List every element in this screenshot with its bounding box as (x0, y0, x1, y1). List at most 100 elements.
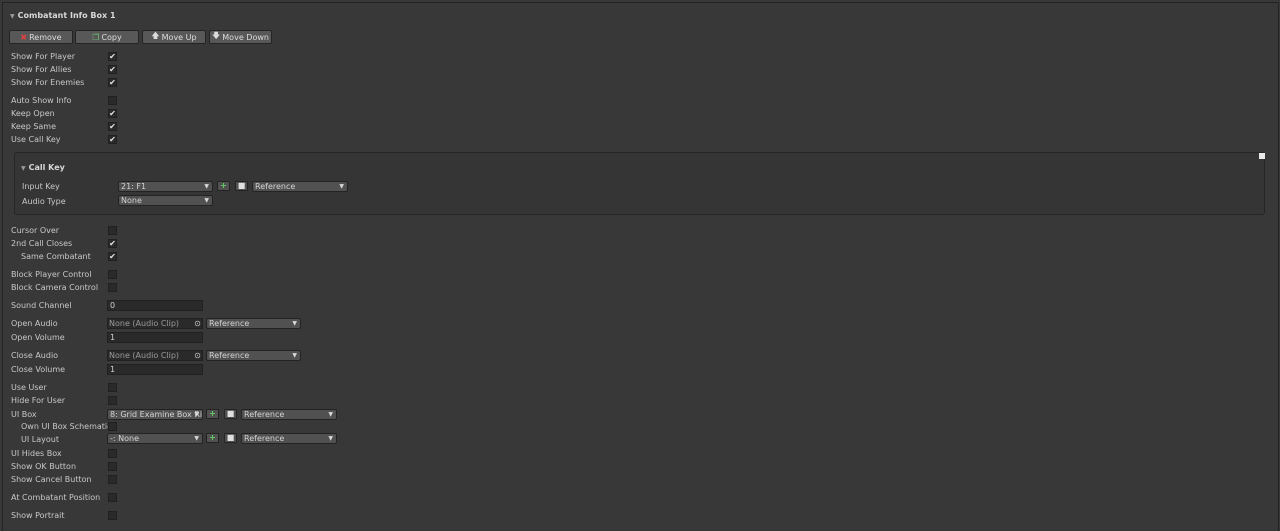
input-key-mode-value: Reference (255, 182, 296, 191)
ui-hides-box-checkbox[interactable] (108, 449, 117, 458)
arrow-up-icon: 🡅 (151, 31, 160, 40)
block-camera-control-label: Block Camera Control (11, 283, 99, 292)
chevron-down-icon: ▼ (204, 197, 209, 204)
block-player-control-checkbox[interactable] (108, 270, 117, 279)
chevron-down-icon: ▼ (292, 320, 297, 327)
close-volume-label: Close Volume (11, 365, 66, 374)
section-title: Combatant Info Box 1 (17, 11, 116, 20)
move-up-label: Move Up (161, 32, 197, 42)
input-key-label: Input Key (22, 182, 60, 191)
show-cancel-button-checkbox[interactable] (108, 475, 117, 484)
ui-hides-box-label: UI Hides Box (11, 449, 62, 458)
copy-icon: ❐ (92, 32, 100, 42)
open-audio-field[interactable]: None (Audio Clip) (107, 318, 203, 329)
close-volume-field[interactable]: 1 (107, 364, 203, 375)
keep-open-label: Keep Open (11, 109, 55, 118)
resize-handle-icon[interactable] (1259, 153, 1265, 159)
use-call-key-label: Use Call Key (11, 135, 61, 144)
copy-button[interactable]: ❐ Copy (75, 30, 139, 44)
remove-button[interactable]: ✖ Remove (9, 30, 73, 44)
foldout-arrow-icon[interactable]: ▼ (21, 165, 26, 172)
show-portrait-checkbox[interactable] (108, 511, 117, 520)
same-combatant-label: Same Combatant (21, 252, 91, 261)
close-audio-mode-dropdown[interactable]: Reference ▼ (206, 350, 301, 361)
open-volume-label: Open Volume (11, 333, 65, 342)
use-call-key-checkbox[interactable]: ✔ (108, 135, 117, 144)
chevron-down-icon: ▼ (194, 411, 199, 418)
add-icon[interactable]: + (217, 181, 230, 191)
open-volume-field[interactable]: 1 (107, 332, 203, 343)
show-ok-button-checkbox[interactable] (108, 462, 117, 471)
inspector-panel (2, 2, 1279, 531)
auto-show-info-label: Auto Show Info (11, 96, 72, 105)
ui-layout-mode-dropdown[interactable]: Reference ▼ (241, 433, 337, 444)
section-header[interactable]: ▼ Combatant Info Box 1 (10, 11, 116, 20)
remove-label: Remove (29, 32, 62, 42)
call-key-title: Call Key (28, 163, 65, 172)
hide-for-user-checkbox[interactable] (108, 396, 117, 405)
show-for-enemies-checkbox[interactable]: ✔ (108, 78, 117, 87)
show-for-allies-label: Show For Allies (11, 65, 72, 74)
show-for-player-label: Show For Player (11, 52, 76, 61)
at-combatant-position-label: At Combatant Position (11, 493, 101, 502)
cursor-over-checkbox[interactable] (108, 226, 117, 235)
sound-channel-field[interactable]: 0 (107, 300, 203, 311)
object-picker-icon[interactable]: ⊙ (193, 319, 202, 328)
stop-icon[interactable]: ■ (235, 181, 248, 191)
ui-layout-dropdown[interactable]: -: None ▼ (107, 433, 203, 444)
block-camera-control-checkbox[interactable] (108, 283, 117, 292)
input-key-value: 21: F1 (121, 182, 147, 191)
move-up-button[interactable]: 🡅 Move Up (142, 30, 206, 44)
auto-show-info-checkbox[interactable] (108, 96, 117, 105)
ui-layout-mode-value: Reference (244, 434, 285, 443)
second-call-closes-checkbox[interactable]: ✔ (108, 239, 117, 248)
chevron-down-icon: ▼ (339, 183, 344, 190)
same-combatant-checkbox[interactable]: ✔ (108, 252, 117, 261)
show-for-player-checkbox[interactable]: ✔ (108, 52, 117, 61)
keep-same-label: Keep Same (11, 122, 57, 131)
object-picker-icon[interactable]: ⊙ (193, 351, 202, 360)
stop-icon[interactable]: ■ (224, 409, 237, 419)
sound-channel-label: Sound Channel (11, 301, 72, 310)
copy-label: Copy (101, 32, 122, 42)
move-down-button[interactable]: 🡇 Move Down (209, 30, 272, 44)
arrow-down-icon: 🡇 (212, 31, 221, 40)
open-audio-mode-dropdown[interactable]: Reference ▼ (206, 318, 301, 329)
ui-box-dropdown[interactable]: 8: Grid Examine Box Ri ▼ (107, 409, 203, 420)
ui-layout-label: UI Layout (21, 435, 59, 444)
audio-type-value: None (121, 196, 142, 205)
add-icon[interactable]: + (206, 409, 219, 419)
open-audio-mode-value: Reference (209, 319, 250, 328)
hide-for-user-label: Hide For User (11, 396, 66, 405)
close-audio-mode-value: Reference (209, 351, 250, 360)
own-ui-box-schematics-checkbox[interactable] (108, 422, 117, 431)
open-audio-label: Open Audio (11, 319, 58, 328)
chevron-down-icon: ▼ (194, 435, 199, 442)
add-icon[interactable]: + (206, 433, 219, 443)
call-key-header[interactable]: ▼ Call Key (21, 163, 65, 172)
chevron-down-icon: ▼ (204, 183, 209, 190)
foldout-arrow-icon[interactable]: ▼ (10, 13, 15, 20)
block-player-control-label: Block Player Control (11, 270, 92, 279)
ui-box-mode-dropdown[interactable]: Reference ▼ (241, 409, 337, 420)
show-portrait-label: Show Portrait (11, 511, 65, 520)
show-for-allies-checkbox[interactable]: ✔ (108, 65, 117, 74)
own-ui-box-schematics-label: Own UI Box Schematics (21, 422, 116, 431)
move-down-label: Move Down (222, 32, 269, 42)
input-key-dropdown[interactable]: 21: F1 ▼ (118, 181, 213, 192)
second-call-closes-label: 2nd Call Closes (11, 239, 73, 248)
input-key-mode-dropdown[interactable]: Reference ▼ (252, 181, 348, 192)
ui-box-mode-value: Reference (244, 410, 285, 419)
keep-same-checkbox[interactable]: ✔ (108, 122, 117, 131)
show-ok-button-label: Show OK Button (11, 462, 77, 471)
keep-open-checkbox[interactable]: ✔ (108, 109, 117, 118)
use-user-label: Use User (11, 383, 47, 392)
stop-icon[interactable]: ■ (224, 433, 237, 443)
ui-box-label: UI Box (11, 410, 37, 419)
audio-type-dropdown[interactable]: None ▼ (118, 195, 213, 206)
use-user-checkbox[interactable] (108, 383, 117, 392)
chevron-down-icon: ▼ (292, 352, 297, 359)
close-audio-field[interactable]: None (Audio Clip) (107, 350, 203, 361)
at-combatant-position-checkbox[interactable] (108, 493, 117, 502)
close-audio-label: Close Audio (11, 351, 59, 360)
